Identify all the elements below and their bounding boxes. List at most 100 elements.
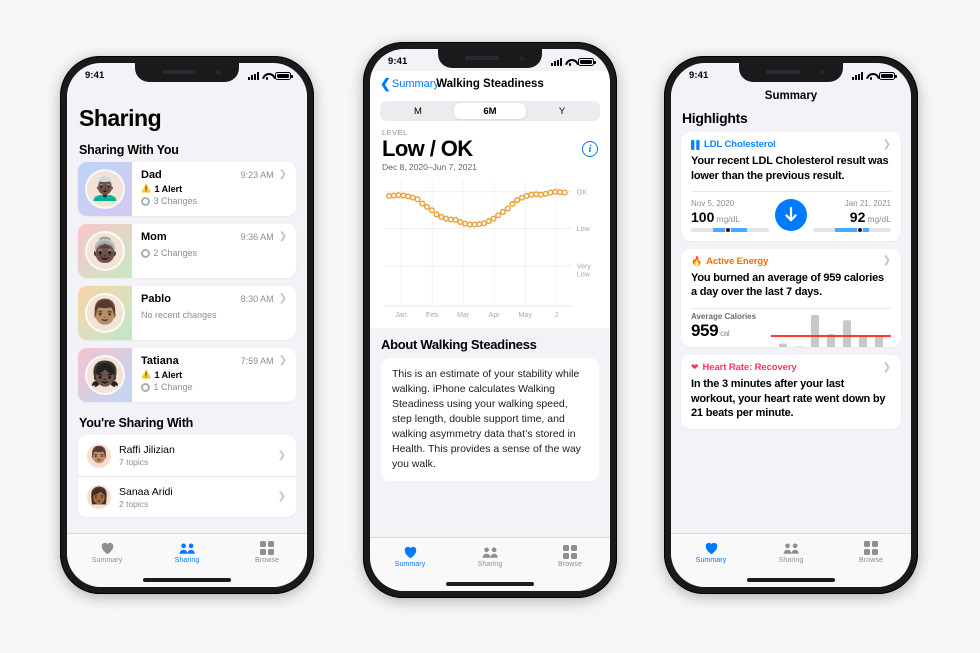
- home-indicator: [671, 573, 911, 587]
- nav-bar: ❮ Summary Walking Steadiness: [370, 71, 610, 97]
- avatar: 👨🏿‍🦳: [78, 162, 132, 216]
- card-ldl-cholesterol[interactable]: LDL Cholesterol ❯ Your recent LDL Choles…: [681, 132, 901, 241]
- chevron-right-icon: ❯: [278, 355, 287, 366]
- walking-steadiness-chart[interactable]: Jan Feb Mar Apr May J OK Low Very Low: [382, 176, 600, 328]
- screen-walking-steadiness: 9:41 ❮ Summary Walking Steadiness M 6M Y…: [370, 49, 610, 591]
- screen-summary: 9:41 Summary Highlights LDL Cholesterol …: [671, 63, 911, 587]
- tab-label: Sharing: [778, 556, 804, 564]
- battery-icon: [578, 57, 596, 66]
- segment-6m[interactable]: 6M: [454, 103, 526, 119]
- summary-content: Summary Highlights LDL Cholesterol ❯ You…: [671, 85, 911, 533]
- change-count: 1 Change: [153, 382, 193, 392]
- svg-text:Apr: Apr: [489, 312, 501, 319]
- card-title: LDL Cholesterol: [704, 139, 776, 150]
- chevron-right-icon: ❯: [882, 255, 891, 267]
- phone-walking-steadiness: 9:41 ❮ Summary Walking Steadiness M 6M Y…: [363, 42, 617, 598]
- home-indicator: [370, 577, 610, 591]
- tab-sharing[interactable]: Sharing: [751, 542, 831, 564]
- ldl-current-date: Jan 21, 2021: [844, 198, 891, 208]
- svg-text:OK: OK: [577, 189, 588, 196]
- changes-icon: [141, 248, 150, 258]
- status-time: 9:41: [388, 56, 408, 67]
- avg-value: 959: [691, 321, 719, 341]
- info-icon[interactable]: i: [582, 141, 598, 158]
- tab-label: Summary: [695, 557, 727, 564]
- list-item[interactable]: 👨🏿‍🦳 Dad 9:23 AM ❯ ⚠️ 1 Alert 3 Changes: [78, 162, 296, 216]
- change-count: No recent changes: [141, 310, 217, 320]
- grid-icon: [259, 540, 275, 556]
- about-text: This is an estimate of your stability wh…: [381, 358, 599, 481]
- chevron-right-icon: ❯: [277, 449, 286, 461]
- card-active-energy[interactable]: 🔥 Active Energy ❯ You burned an average …: [681, 248, 901, 348]
- tab-summary[interactable]: Summary: [671, 541, 751, 564]
- page-title: Sharing: [79, 105, 162, 131]
- phone-sharing: 9:41 Sharing Sharing With You 👨🏿‍🦳: [60, 56, 314, 594]
- tab-bar: Summary Sharing Browse: [67, 533, 307, 573]
- alert-count: 1 Alert: [154, 183, 183, 194]
- heart-icon: [404, 546, 416, 559]
- card-body-text: Your recent LDL Cholesterol result was l…: [691, 155, 889, 182]
- grid-icon: [562, 544, 578, 560]
- tab-sharing[interactable]: Sharing: [450, 546, 530, 568]
- chevron-right-icon: ❯: [882, 138, 891, 150]
- list-item[interactable]: 👩🏾 Sanaa Aridi 2 topics ❯: [78, 476, 296, 517]
- memoji-icon: 👨🏿‍🦳: [87, 171, 123, 207]
- card-title: Heart Rate: Recovery: [702, 362, 797, 374]
- warning-icon: ⚠️: [141, 370, 151, 379]
- status-time: 9:41: [85, 70, 105, 81]
- status-bar: 9:41: [67, 63, 307, 85]
- tab-summary[interactable]: Summary: [67, 541, 147, 564]
- card-body-text: In the 3 minutes after your last workout…: [691, 378, 886, 420]
- tab-sharing[interactable]: Sharing: [147, 542, 227, 564]
- tab-browse[interactable]: Browse: [530, 544, 610, 568]
- svg-text:Low: Low: [577, 272, 591, 279]
- back-button[interactable]: ❮ Summary: [380, 77, 439, 90]
- wifi-icon: [866, 72, 876, 80]
- memoji-icon: 👧🏿: [87, 357, 123, 393]
- avatar: 👧🏿: [78, 348, 132, 402]
- section-header-youre-sharing-with: You're Sharing With: [79, 416, 194, 430]
- topic-count: 7 topics: [119, 457, 149, 467]
- list-item[interactable]: 👨🏽 Raffi Jilizian 7 topics ❯: [78, 435, 296, 476]
- average-calories-chart[interactable]: Average Calories 959cal MTWTFSS: [681, 308, 901, 348]
- status-bar: 9:41: [370, 49, 610, 71]
- memoji-icon: 👨🏽: [87, 295, 123, 331]
- card-body-text: You burned an average of 959 calories a …: [691, 271, 884, 299]
- contact-name: Tatiana: [141, 355, 179, 367]
- highlights-heading: Highlights: [682, 110, 748, 126]
- segment-m[interactable]: M: [382, 103, 454, 119]
- svg-text:Feb: Feb: [426, 312, 438, 319]
- heart-icon: ❤: [691, 362, 699, 373]
- svg-text:Mar: Mar: [457, 312, 470, 319]
- list-item[interactable]: 👧🏿 Tatiana 7:59 AM ❯ ⚠️ 1 Alert 1 Change: [78, 348, 296, 402]
- wifi-icon: [262, 72, 272, 80]
- chevron-right-icon: ❯: [278, 169, 287, 180]
- list-item[interactable]: 👨🏽 Pablo 8:30 AM ❯ No recent changes: [78, 286, 296, 340]
- segment-y[interactable]: Y: [526, 103, 598, 119]
- tab-label: Sharing: [477, 560, 503, 568]
- ldl-current-unit: mg/dL: [867, 213, 891, 224]
- avg-unit: cal: [720, 329, 730, 339]
- tab-label: Summary: [394, 561, 426, 568]
- tab-browse[interactable]: Browse: [831, 540, 911, 564]
- ldl-previous-value: 100: [691, 208, 715, 225]
- cellular-bars-icon: [551, 58, 562, 66]
- card-heart-rate-recovery[interactable]: ❤ Heart Rate: Recovery ❯ In the 3 minute…: [681, 355, 901, 429]
- screenshot-stage: 9:41 Sharing Sharing With You 👨🏿‍🦳: [0, 0, 980, 653]
- tab-bar: Summary Sharing Browse: [671, 533, 911, 573]
- range-bar: [691, 226, 769, 233]
- home-indicator: [67, 573, 307, 587]
- time-range-segmented-control[interactable]: M 6M Y: [380, 101, 600, 121]
- battery-icon: [275, 71, 293, 80]
- tab-summary[interactable]: Summary: [370, 545, 450, 568]
- change-count: 3 Changes: [153, 196, 198, 206]
- range-bar: [813, 226, 891, 233]
- tab-browse[interactable]: Browse: [227, 540, 307, 564]
- warning-icon: ⚠️: [141, 184, 151, 193]
- changes-icon: [141, 196, 150, 206]
- heart-icon: [101, 542, 113, 555]
- screen-sharing: 9:41 Sharing Sharing With You 👨🏿‍🦳: [67, 63, 307, 587]
- chevron-right-icon: ❯: [278, 231, 287, 242]
- list-item[interactable]: 👵🏿 Mom 9:36 AM ❯ 2 Changes: [78, 224, 296, 278]
- avatar: 👵🏿: [78, 224, 132, 278]
